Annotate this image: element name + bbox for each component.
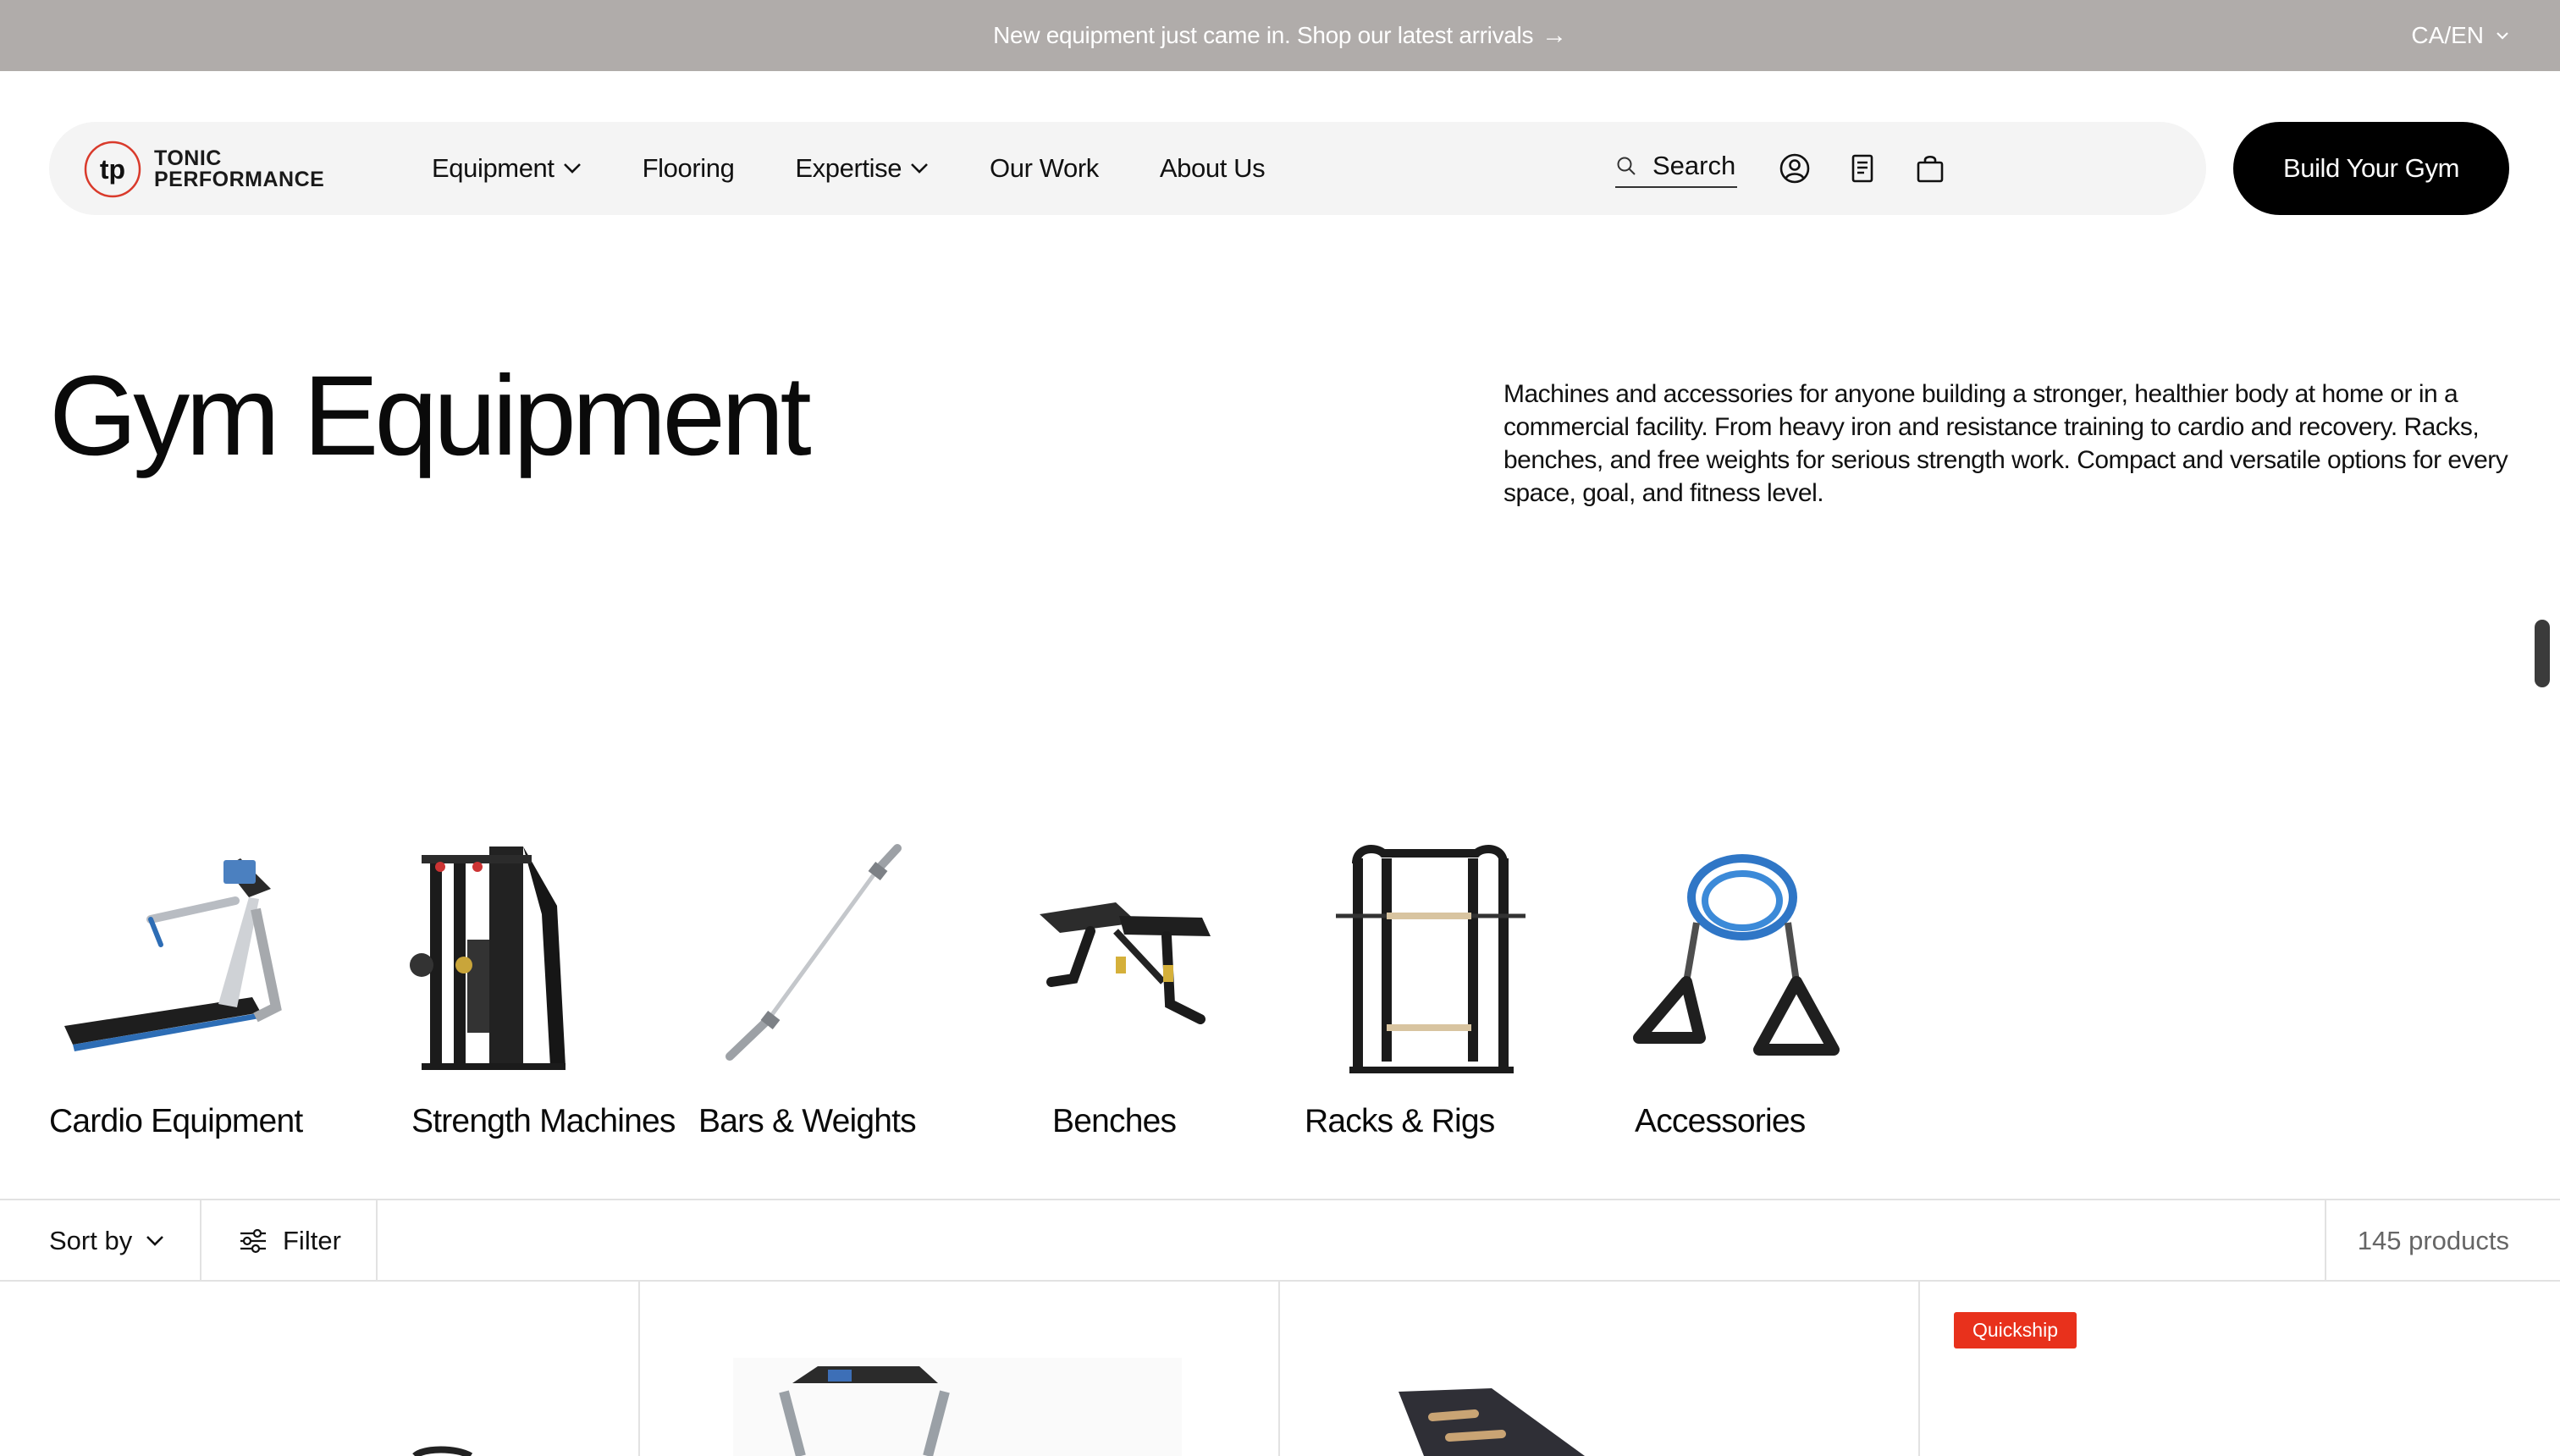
product-card[interactable] [1280,1282,1920,1456]
logo[interactable]: tp TONIC PERFORMANCE [83,139,337,200]
logo-mark-text: tp [100,154,125,185]
cart-icon[interactable] [1913,152,1947,185]
quickship-badge: Quickship [1954,1312,2077,1348]
filter-button[interactable]: Filter [201,1200,378,1282]
category-cardio-equipment[interactable]: Cardio Equipment [49,830,303,1151]
locale-selector[interactable]: CA/EN [2411,0,2509,71]
product-card[interactable] [0,1282,640,1456]
nav-utilities [1615,122,1947,215]
category-label: Strength Machines [411,1103,676,1139]
sort-by-label: Sort by [49,1226,133,1255]
nav-item-flooring[interactable]: Flooring [643,153,735,184]
category-benches[interactable]: Benches [989,830,1243,1151]
category-label: Accessories [1635,1103,1806,1139]
sliders-icon [240,1228,266,1254]
chevron-down-icon [2497,32,2508,40]
announcement-bar[interactable]: New equipment just came in. Shop our lat… [0,0,2560,71]
filter-label: Filter [283,1226,341,1255]
quote-list-icon[interactable] [1846,152,1879,185]
category-label: Bars & Weights [698,1103,917,1139]
category-bars-and-weights[interactable]: Bars & Weights [676,830,930,1151]
main-nav: tp TONIC PERFORMANCE Equipment Flooring … [49,122,2206,215]
category-racks-and-rigs[interactable]: Racks & Rigs [1302,830,1556,1151]
logo-mark-icon: tp [84,141,141,198]
category-accessories[interactable]: Accessories [1615,830,1869,1151]
collection-toolbar: Sort by Filter 145 products [0,1199,2560,1282]
product-card[interactable]: Quickship [1920,1282,2560,1456]
nav-item-about-us[interactable]: About Us [1159,153,1266,184]
nav-item-label: Flooring [642,153,735,183]
product-card[interactable] [640,1282,1280,1456]
chevron-down-icon [911,163,928,174]
logo-wordmark: TONIC PERFORMANCE [154,148,324,190]
product-count: 145 products [2325,1200,2560,1282]
resistance-band-image [1633,854,1840,1056]
nav-menu: Equipment Flooring Expertise Our Work Ab… [432,122,1326,215]
product-image [412,1446,473,1456]
nav-item-label: Equipment [432,153,554,183]
announcement-text[interactable]: New equipment just came in. Shop our lat… [993,22,1533,49]
page-description: Machines and accessories for anyone buil… [1503,380,2508,507]
logo-line-1: TONIC [154,146,222,170]
chevron-down-icon [146,1236,164,1246]
bench-image [1040,902,1211,1024]
search-input[interactable] [1652,151,1737,181]
category-label: Benches [1052,1103,1177,1139]
logo-line-2: PERFORMANCE [154,168,325,191]
product-image [1399,1388,1585,1456]
nav-item-our-work[interactable]: Our Work [990,153,1099,184]
power-rack-image [1336,845,1526,1073]
product-image [733,1358,1182,1456]
nav-item-label: About Us [1159,153,1266,183]
arrow-right-icon: → [1542,21,1567,49]
page-title: Gym Equipment [49,353,812,479]
product-grid: Quickship [0,1282,2560,1456]
account-icon[interactable] [1778,152,1812,185]
nav-item-expertise[interactable]: Expertise [795,153,929,184]
barbell-image [726,844,902,1061]
treadmill-image [64,858,282,1051]
category-label: Cardio Equipment [49,1103,303,1139]
nav-item-equipment[interactable]: Equipment [432,153,582,184]
search-field[interactable] [1615,149,1737,188]
search-icon [1617,157,1636,175]
cable-machine-image [410,847,566,1070]
scrollbar-thumb[interactable] [2535,620,2550,687]
build-your-gym-button[interactable]: Build Your Gym [2233,122,2509,215]
chevron-down-icon [563,163,581,174]
nav-item-label: Expertise [795,153,902,183]
nav-item-label: Our Work [990,153,1099,183]
category-label: Racks & Rigs [1305,1103,1495,1139]
sort-by-dropdown[interactable]: Sort by [0,1200,201,1282]
locale-label: CA/EN [2411,22,2484,48]
category-strength-machines[interactable]: Strength Machines [362,830,676,1151]
